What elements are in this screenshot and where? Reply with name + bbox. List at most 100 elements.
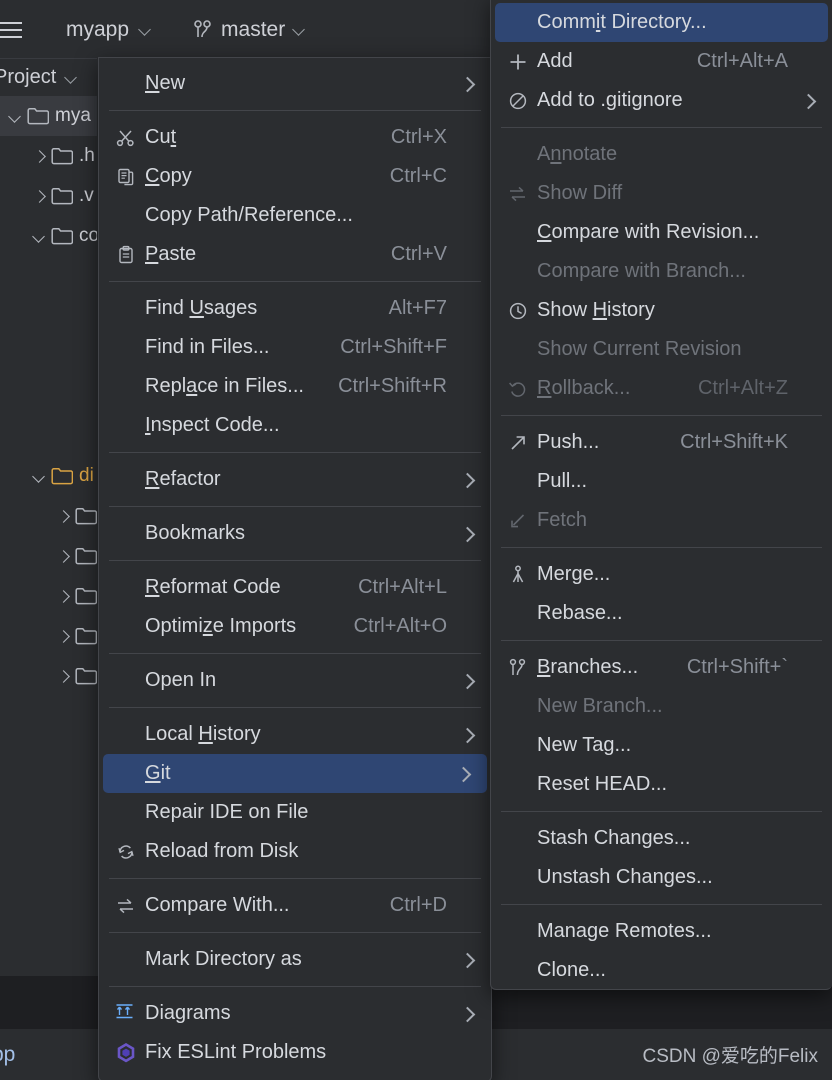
tree-item[interactable] bbox=[0, 576, 97, 616]
tree-item[interactable]: .v bbox=[0, 176, 97, 216]
menu-item-compare-with-revision[interactable]: Compare with Revision... bbox=[491, 213, 832, 252]
chevron-right-icon[interactable] bbox=[32, 190, 45, 203]
project-tool-window-header[interactable]: Project bbox=[0, 58, 97, 96]
menu-item-copy[interactable]: Copy Ctrl+C bbox=[99, 157, 491, 196]
menu-item-find-in-files[interactable]: Find in Files... Ctrl+Shift+F bbox=[99, 328, 491, 367]
menu-item-copy-path[interactable]: Copy Path/Reference... bbox=[99, 196, 491, 235]
chevron-right-icon[interactable] bbox=[32, 150, 45, 163]
tree-item[interactable]: 100 bbox=[0, 696, 97, 736]
hamburger-menu-icon[interactable] bbox=[0, 3, 32, 57]
menu-item-manage-remotes[interactable]: Manage Remotes... bbox=[491, 912, 832, 951]
tree-item[interactable] bbox=[0, 896, 97, 936]
menu-item-cut[interactable]: Cut Ctrl+X bbox=[99, 118, 491, 157]
chevron-down-icon bbox=[65, 72, 77, 84]
menu-item-label: Compare with Revision... bbox=[537, 221, 760, 243]
menu-item-add[interactable]: Add Ctrl+Alt+A bbox=[491, 42, 832, 81]
chevron-right-icon[interactable] bbox=[56, 670, 69, 683]
tree-item-label: co bbox=[79, 225, 97, 246]
chevron-right-icon[interactable] bbox=[56, 550, 69, 563]
menu-item-local-history[interactable]: Local History bbox=[99, 715, 491, 754]
menu-item-branches[interactable]: Branches... Ctrl+Shift+` bbox=[491, 648, 832, 687]
menu-item-label: New bbox=[145, 72, 186, 94]
tree-arrow-placeholder bbox=[80, 750, 93, 763]
menu-item-show-history[interactable]: Show History bbox=[491, 291, 832, 330]
tree-arrow-placeholder bbox=[80, 910, 93, 923]
tree-item[interactable]: co bbox=[0, 216, 97, 256]
menu-item-inspect-code[interactable]: Inspect Code... bbox=[99, 406, 491, 445]
menu-item-optimize-imports[interactable]: Optimize Imports Ctrl+Alt+O bbox=[99, 607, 491, 646]
chevron-down-icon[interactable] bbox=[32, 470, 45, 483]
tree-item[interactable]: .h bbox=[0, 136, 97, 176]
menu-item-clone[interactable]: Clone... bbox=[491, 951, 832, 990]
menu-item-push[interactable]: Push... Ctrl+Shift+K bbox=[491, 423, 832, 462]
rollback-icon bbox=[499, 379, 537, 399]
menu-item-label: Reset HEAD... bbox=[537, 773, 668, 795]
menu-separator bbox=[109, 110, 481, 111]
tree-item[interactable] bbox=[0, 616, 97, 656]
tree-item[interactable] bbox=[0, 656, 97, 696]
tree-item[interactable]: TS bbox=[0, 336, 97, 376]
tree-item[interactable]: di bbox=[0, 456, 97, 496]
tree-item[interactable]: 100 bbox=[0, 936, 97, 976]
tree-item[interactable]: mya bbox=[0, 96, 97, 136]
folder-icon bbox=[51, 187, 73, 205]
menu-item-open-in[interactable]: Open In bbox=[99, 661, 491, 700]
chevron-right-icon[interactable] bbox=[56, 590, 69, 603]
menu-item-bookmarks[interactable]: Bookmarks bbox=[99, 514, 491, 553]
tree-item[interactable] bbox=[0, 496, 97, 536]
menu-item-new-tag[interactable]: New Tag... bbox=[491, 726, 832, 765]
menu-separator bbox=[501, 904, 822, 905]
menu-item-reformat-code[interactable]: Reformat Code Ctrl+Alt+L bbox=[99, 568, 491, 607]
menu-item-shortcut: Ctrl+Shift+R bbox=[338, 375, 447, 397]
menu-item-refactor[interactable]: Refactor bbox=[99, 460, 491, 499]
tree-item[interactable]: TS bbox=[0, 296, 97, 336]
menu-item-reload-from-disk[interactable]: Reload from Disk bbox=[99, 832, 491, 871]
tree-item[interactable] bbox=[0, 736, 97, 776]
menu-item-repair-ide[interactable]: Repair IDE on File bbox=[99, 793, 491, 832]
chevron-right-icon[interactable] bbox=[56, 510, 69, 523]
project-selector[interactable]: myapp bbox=[58, 14, 159, 46]
menu-item-new[interactable]: New bbox=[99, 64, 491, 103]
git-submenu[interactable]: Commit Directory... Add Ctrl+Alt+A Add to .… bbox=[490, 0, 832, 990]
menu-item-compare-with[interactable]: Compare With... Ctrl+D bbox=[99, 886, 491, 925]
menu-item-label: Stash Changes... bbox=[537, 827, 691, 849]
menu-item-rebase[interactable]: Rebase... bbox=[491, 594, 832, 633]
menu-item-label: Mark Directory as bbox=[145, 948, 302, 970]
menu-item-label: Copy bbox=[145, 165, 192, 187]
menu-item-unstash-changes[interactable]: Unstash Changes... bbox=[491, 858, 832, 897]
tree-item[interactable]: 100 bbox=[0, 776, 97, 816]
menu-item-stash-changes[interactable]: Stash Changes... bbox=[491, 819, 832, 858]
file-context-menu[interactable]: New Cut Ctrl+X Copy Ctrl+C Copy Path/Referenc… bbox=[98, 57, 492, 1080]
clock-icon bbox=[499, 301, 537, 321]
menu-item-mark-directory-as[interactable]: Mark Directory as bbox=[99, 940, 491, 979]
tree-arrow-placeholder bbox=[80, 950, 93, 963]
menu-item-fix-eslint[interactable]: Fix ESLint Problems bbox=[99, 1033, 491, 1072]
menu-item-merge[interactable]: Merge... bbox=[491, 555, 832, 594]
menu-item-replace-in-files[interactable]: Replace in Files... Ctrl+Shift+R bbox=[99, 367, 491, 406]
menu-item-shortcut: Ctrl+Alt+A bbox=[696, 50, 788, 72]
folder-icon bbox=[51, 147, 73, 165]
menu-item-reset-head[interactable]: Reset HEAD... bbox=[491, 765, 832, 804]
tree-item[interactable]: TS bbox=[0, 256, 97, 296]
chevron-right-icon[interactable] bbox=[56, 630, 69, 643]
eslint-icon bbox=[107, 1042, 145, 1063]
menu-item-label: Inspect Code... bbox=[145, 414, 280, 436]
tree-item[interactable]: 100 bbox=[0, 816, 97, 856]
menu-item-find-usages[interactable]: Find Usages Alt+F7 bbox=[99, 289, 491, 328]
menu-item-shortcut: Alt+F7 bbox=[388, 297, 447, 319]
tree-item[interactable] bbox=[0, 536, 97, 576]
chevron-down-icon[interactable] bbox=[32, 230, 45, 243]
menu-item-paste[interactable]: Paste Ctrl+V bbox=[99, 235, 491, 274]
menu-item-commit-directory[interactable]: Commit Directory... bbox=[495, 3, 828, 42]
chevron-down-icon[interactable] bbox=[8, 110, 21, 123]
branch-selector[interactable]: master bbox=[185, 14, 313, 46]
menu-item-add-to-gitignore[interactable]: Add to .gitignore bbox=[491, 81, 832, 120]
tree-item[interactable]: 100 bbox=[0, 856, 97, 896]
menu-item-pull[interactable]: Pull... bbox=[491, 462, 832, 501]
project-tree[interactable]: mya.h.vcoTSTSTSTSTSdi1001001001001001001… bbox=[0, 96, 97, 1028]
menu-item-label: Merge... bbox=[537, 563, 611, 585]
menu-item-git[interactable]: Git bbox=[103, 754, 487, 793]
tree-item[interactable]: TS bbox=[0, 376, 97, 416]
menu-item-diagrams[interactable]: Diagrams bbox=[99, 994, 491, 1033]
tree-item[interactable]: TS bbox=[0, 416, 97, 456]
